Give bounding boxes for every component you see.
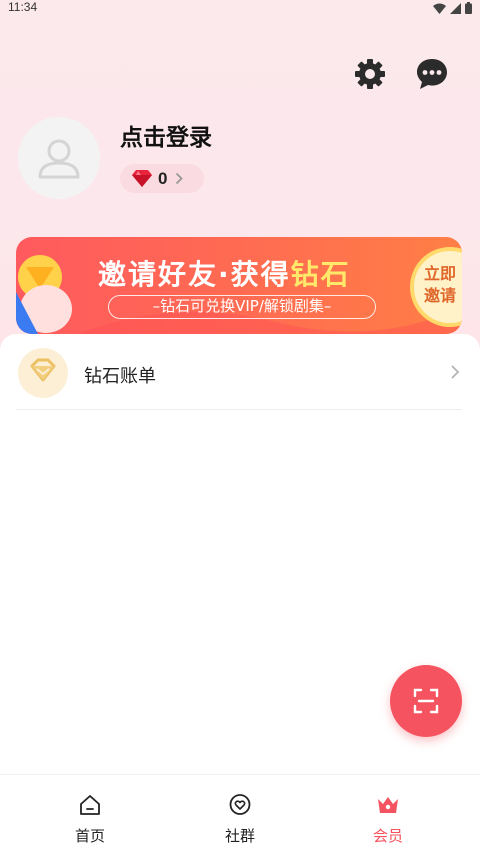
diamond-bill-icon [18,348,68,398]
bottom-nav: 首页 社群 会员 [0,774,480,857]
banner-title-highlight: 钻石 [290,258,351,291]
banner-title: 邀请好友·获得钻石 [98,253,351,293]
diamond-icon [132,170,152,187]
invite-now-label: 立即 邀请 [424,263,462,307]
nav-home-label: 首页 [74,827,105,845]
nav-member[interactable]: 会员 [338,775,438,851]
nav-community-label: 社群 [224,827,255,845]
gear-icon [355,59,385,89]
status-time: 11:34 [8,0,38,14]
nav-home[interactable]: 首页 [40,775,140,851]
avatar[interactable] [18,117,100,199]
chat-bubble-icon [417,59,447,89]
nav-community[interactable]: 社群 [190,775,290,851]
battery-icon [465,2,472,14]
nav-member-label: 会员 [372,827,403,845]
scan-button[interactable] [390,665,462,737]
menu-item-diamond-bill[interactable]: 钻石账单 [16,346,462,410]
chevron-right-icon [451,365,460,379]
banner-subtitle: –钻石可兑换VIP/解锁剧集– [108,295,376,319]
user-placeholder-icon [38,139,80,179]
community-icon [229,794,251,815]
menu-item-label: 钻石账单 [84,366,156,387]
banner-title-prefix: 邀请好友·获得 [98,258,291,291]
wifi-icon [433,3,446,14]
signal-icon [450,2,461,14]
chevron-right-icon [176,172,184,185]
crown-icon [378,797,398,813]
settings-button[interactable] [353,57,387,91]
diamond-count: 0 [158,168,168,188]
diamond-balance[interactable]: 0 [120,164,204,193]
invite-now-line1: 立即 [424,264,457,283]
scan-icon [413,688,439,714]
messages-button[interactable] [414,56,450,92]
invite-banner[interactable]: 邀请好友·获得钻石 –钻石可兑换VIP/解锁剧集– 立即 邀请 [16,237,462,334]
login-link[interactable]: 点击登录 [120,118,212,152]
status-bar: 11:34 [0,0,480,16]
status-icons [433,2,472,14]
home-icon [80,795,100,815]
invite-now-line2: 邀请 [424,286,457,305]
